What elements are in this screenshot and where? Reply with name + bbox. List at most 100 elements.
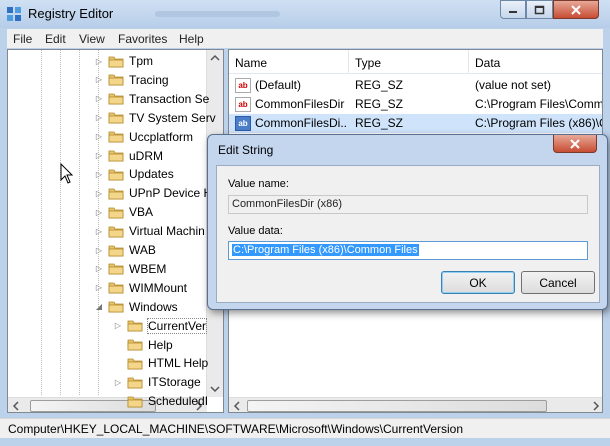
key-tree[interactable]: ▷ Tpm ▷ Tracing ▷ Transaction Se ▷ TV System Se… <box>7 49 224 413</box>
scroll-left-icon[interactable] <box>229 398 245 413</box>
value-data: C:\Program Files\Comm <box>475 97 603 111</box>
string-value-icon: ab <box>235 97 251 112</box>
tree-item-label: TV System Serv <box>129 110 216 125</box>
value-row[interactable]: ab CommonFilesDi... REG_SZ C:\Program Fi… <box>229 114 603 133</box>
tree-item[interactable]: ▷ WIMMount <box>94 279 187 297</box>
expand-arrow-icon[interactable]: ▷ <box>94 94 104 103</box>
collapse-arrow-icon[interactable]: ◢ <box>94 302 104 311</box>
title-bar[interactable]: Registry Editor <box>0 0 610 28</box>
expand-arrow-icon[interactable]: ▷ <box>113 378 123 387</box>
value-row[interactable]: ab (Default) REG_SZ (value not set) <box>229 76 602 95</box>
folder-icon <box>108 282 124 294</box>
value-type: REG_SZ <box>355 78 404 92</box>
expand-arrow-icon[interactable]: ▷ <box>94 227 104 236</box>
status-bar: Computer\HKEY_LOCAL_MACHINE\SOFTWARE\Mic… <box>0 418 610 438</box>
scroll-left-icon[interactable] <box>8 398 24 413</box>
current-key-path: Computer\HKEY_LOCAL_MACHINE\SOFTWARE\Mic… <box>8 422 464 436</box>
window-title: Registry Editor <box>28 6 114 21</box>
value-data-input[interactable]: C:\Program Files (x86)\Common Files <box>228 241 588 260</box>
scroll-up-icon[interactable] <box>207 50 223 66</box>
tree-item-label: Help <box>148 337 173 352</box>
maximize-icon <box>534 5 545 14</box>
tree-item-label: Tracing <box>129 72 169 87</box>
expand-arrow-icon[interactable]: ▷ <box>94 57 104 66</box>
scroll-down-icon[interactable] <box>207 381 223 397</box>
expand-arrow-icon[interactable]: ▷ <box>94 283 104 292</box>
list-horizontal-scrollbar[interactable] <box>229 397 603 413</box>
value-data: C:\Program Files (x86)\C <box>475 116 603 130</box>
tree-item[interactable]: ▷ Tracing <box>94 71 169 89</box>
tree-item[interactable]: ▷ uDRM <box>94 147 163 165</box>
column-header-type[interactable]: Type <box>349 50 469 74</box>
minimize-icon <box>509 10 517 13</box>
value-name-field: CommonFilesDir (x86) <box>228 195 588 214</box>
tree-item[interactable]: ▷ VBA <box>94 203 153 221</box>
folder-icon <box>127 339 143 351</box>
tree-item[interactable]: ▷ Uccplatform <box>94 128 193 146</box>
folder-icon <box>108 131 124 143</box>
expand-arrow-icon[interactable]: ▷ <box>94 132 104 141</box>
menu-bar: File Edit View Favorites Help <box>7 29 603 48</box>
tree-item-label: WAB <box>129 243 156 257</box>
tree-item[interactable]: ▷ WAB <box>94 241 156 259</box>
registry-editor-icon <box>7 7 21 21</box>
tree-item-label: Tpm <box>129 54 153 68</box>
expand-arrow-icon[interactable]: ▷ <box>94 75 104 84</box>
ok-button[interactable]: OK <box>441 271 515 294</box>
folder-icon <box>108 93 124 105</box>
tree-item[interactable]: ▷ Tpm <box>94 52 153 70</box>
value-type: REG_SZ <box>355 116 404 130</box>
scroll-right-icon[interactable] <box>588 398 603 413</box>
expand-arrow-icon[interactable]: ▷ <box>94 246 104 255</box>
list-hscroll-thumb[interactable] <box>247 400 547 412</box>
tree-item-label: Uccplatform <box>129 129 194 144</box>
folder-icon <box>127 320 143 332</box>
menu-view[interactable]: View <box>79 32 105 46</box>
tree-item-label: Windows <box>129 299 178 314</box>
tree-item-label: WBEM <box>129 261 167 276</box>
tree-item[interactable]: ▷ ITStorage <box>113 373 201 391</box>
tree-item[interactable]: HTML Help <box>113 354 208 372</box>
close-button[interactable] <box>553 0 599 19</box>
maximize-button[interactable] <box>526 0 553 19</box>
column-header-name[interactable]: Name <box>229 50 349 74</box>
tree-item-label: UPnP Device H <box>129 186 213 201</box>
value-row[interactable]: ab CommonFilesDir REG_SZ C:\Program File… <box>229 95 603 114</box>
menu-help[interactable]: Help <box>179 32 204 46</box>
minimize-button[interactable] <box>500 0 526 19</box>
tree-item[interactable]: Help <box>113 336 173 354</box>
value-name-label: Value name: <box>228 178 289 190</box>
cancel-button[interactable]: Cancel <box>521 271 595 294</box>
menu-file[interactable]: File <box>13 32 32 46</box>
expand-arrow-icon[interactable]: ▷ <box>94 113 104 122</box>
tree-item[interactable]: ▷ WBEM <box>94 260 166 278</box>
menu-favorites[interactable]: Favorites <box>118 32 167 46</box>
tree-guide-line <box>79 50 80 395</box>
tree-item[interactable]: ◢ Windows <box>94 298 178 316</box>
tree-guide-line <box>41 50 42 395</box>
value-data-text: C:\Program Files (x86)\Common Files <box>232 244 419 256</box>
folder-icon <box>127 396 143 408</box>
expand-arrow-icon[interactable]: ▷ <box>94 264 104 273</box>
dialog-close-button[interactable] <box>553 135 597 153</box>
tree-item[interactable]: ▷ Virtual Machin <box>94 222 205 240</box>
expand-arrow-icon[interactable]: ▷ <box>94 189 104 198</box>
tree-item[interactable]: ▷ CurrentVer <box>113 317 208 335</box>
expand-arrow-icon[interactable]: ▷ <box>113 321 123 330</box>
menu-edit[interactable]: Edit <box>45 32 66 46</box>
tree-item[interactable]: ▷ Transaction Se <box>94 90 209 108</box>
expand-arrow-icon[interactable]: ▷ <box>94 170 104 179</box>
column-header-data[interactable]: Data <box>469 50 602 74</box>
tree-guide-line <box>60 50 61 395</box>
tree-item[interactable]: ▷ TV System Serv <box>94 109 216 127</box>
value-data-label: Value data: <box>228 225 283 237</box>
tree-item-label: uDRM <box>129 148 164 163</box>
tree-item[interactable]: ScheduledI <box>113 392 208 410</box>
expand-arrow-icon[interactable]: ▷ <box>94 151 104 160</box>
expand-arrow-icon[interactable]: ▷ <box>94 208 104 217</box>
tree-item[interactable]: ▷ UPnP Device H <box>94 184 212 202</box>
tree-item[interactable]: ▷ Updates <box>94 165 174 183</box>
close-icon <box>571 4 581 15</box>
value-name: (Default) <box>255 78 302 92</box>
folder-icon <box>108 263 124 275</box>
